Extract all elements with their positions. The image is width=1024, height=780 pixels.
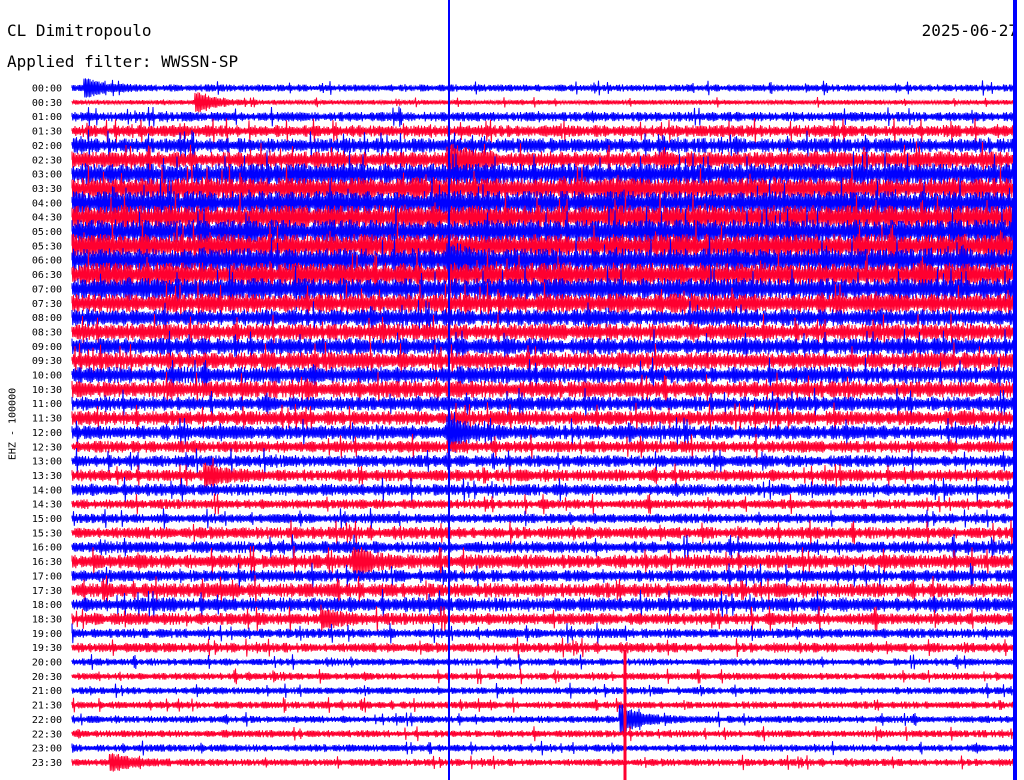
row-label: 09:00 xyxy=(32,342,62,353)
row-label: 08:30 xyxy=(32,327,62,338)
row-label: 08:00 xyxy=(32,313,62,324)
row-labels: 00:00 00:30 01:00 01:30 02:00 02:30 03:00 03:30… xyxy=(32,84,62,769)
row-label: 21:30 xyxy=(32,701,62,712)
row-label: 04:30 xyxy=(32,213,62,224)
row-label: 11:00 xyxy=(32,399,62,410)
trace-row xyxy=(71,753,1017,772)
row-label: 02:00 xyxy=(32,141,62,152)
row-label: 19:30 xyxy=(32,643,62,654)
trace-row xyxy=(71,654,1017,670)
trace-row xyxy=(71,92,1017,113)
trace-row xyxy=(71,704,1017,735)
trace-row xyxy=(71,668,1017,685)
row-label: 05:30 xyxy=(32,241,62,252)
trace-row xyxy=(71,697,1017,713)
trace-row xyxy=(71,534,1017,561)
row-label: 06:00 xyxy=(32,256,62,267)
row-label: 01:00 xyxy=(32,112,62,123)
helicorder-plot: 00:00 00:30 01:00 01:30 02:00 02:30 03:00 03:30… xyxy=(32,0,1017,780)
row-label: 11:30 xyxy=(32,414,62,425)
trace-row xyxy=(71,519,1017,546)
row-label: 17:00 xyxy=(32,571,62,582)
row-label: 22:00 xyxy=(32,715,62,726)
row-label: 23:00 xyxy=(32,744,62,755)
row-label: 20:00 xyxy=(32,658,62,669)
row-label: 18:00 xyxy=(32,600,62,611)
trace-row xyxy=(71,726,1017,742)
row-label: 03:30 xyxy=(32,184,62,195)
row-label: 07:30 xyxy=(32,299,62,310)
row-label: 06:30 xyxy=(32,270,62,281)
row-label: 01:30 xyxy=(32,127,62,138)
row-label: 21:00 xyxy=(32,686,62,697)
trace-row xyxy=(71,78,1017,98)
row-label: 15:30 xyxy=(32,528,62,539)
row-label: 16:30 xyxy=(32,557,62,568)
row-label: 00:00 xyxy=(32,84,62,95)
trace-row xyxy=(71,493,1017,515)
row-label: 20:30 xyxy=(32,672,62,683)
row-label: 00:30 xyxy=(32,98,62,109)
row-label: 23:30 xyxy=(32,758,62,769)
row-label: 18:30 xyxy=(32,614,62,625)
row-label: 10:30 xyxy=(32,385,62,396)
row-label: 10:00 xyxy=(32,371,62,382)
row-label: 13:00 xyxy=(32,457,62,468)
row-label: 16:00 xyxy=(32,543,62,554)
trace-row xyxy=(71,740,1017,756)
row-label: 02:30 xyxy=(32,155,62,166)
row-label: 15:00 xyxy=(32,514,62,525)
row-label: 17:30 xyxy=(32,586,62,597)
row-label: 13:30 xyxy=(32,471,62,482)
row-label: 14:30 xyxy=(32,500,62,511)
row-label: 05:00 xyxy=(32,227,62,238)
row-label: 04:00 xyxy=(32,198,62,209)
traces xyxy=(71,78,1017,772)
row-label: 07:00 xyxy=(32,284,62,295)
row-label: 09:30 xyxy=(32,356,62,367)
trace-row xyxy=(71,637,1017,658)
row-label: 03:00 xyxy=(32,170,62,181)
row-label: 19:00 xyxy=(32,629,62,640)
row-label: 12:30 xyxy=(32,442,62,453)
row-label: 12:00 xyxy=(32,428,62,439)
trace-row xyxy=(71,682,1017,699)
row-label: 22:30 xyxy=(32,729,62,740)
row-label: 14:00 xyxy=(32,485,62,496)
